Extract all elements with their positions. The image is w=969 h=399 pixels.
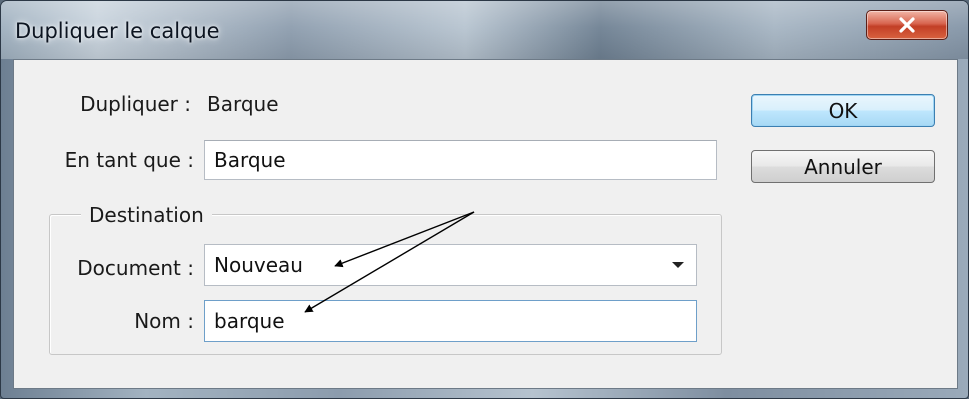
document-label: Document : — [77, 256, 194, 280]
close-icon — [899, 17, 915, 33]
destination-legend: Destination — [81, 203, 212, 227]
chevron-down-icon — [672, 262, 684, 268]
name-value: barque — [214, 309, 285, 333]
as-name-input[interactable]: Barque — [204, 140, 717, 180]
dialog-title: Dupliquer le calque — [15, 19, 220, 43]
cancel-label: Annuler — [804, 154, 882, 179]
dialog-body: Dupliquer : Barque En tant que : Barque … — [13, 59, 958, 389]
as-label: En tant que : — [64, 148, 194, 172]
duplicate-value: Barque — [207, 92, 279, 116]
name-label: Nom : — [134, 309, 194, 333]
name-input[interactable]: barque — [204, 300, 697, 342]
as-name-value: Barque — [214, 148, 286, 172]
cancel-button[interactable]: Annuler — [751, 150, 935, 183]
dialog-window: Dupliquer le calque Dupliquer : Barque E… — [0, 0, 969, 399]
title-bar[interactable]: Dupliquer le calque — [1, 1, 968, 59]
document-select[interactable]: Nouveau — [204, 244, 697, 286]
close-button[interactable] — [866, 10, 948, 40]
duplicate-label: Dupliquer : — [80, 92, 191, 116]
ok-label: OK — [828, 98, 858, 123]
document-value: Nouveau — [214, 253, 303, 277]
ok-button[interactable]: OK — [751, 94, 935, 127]
